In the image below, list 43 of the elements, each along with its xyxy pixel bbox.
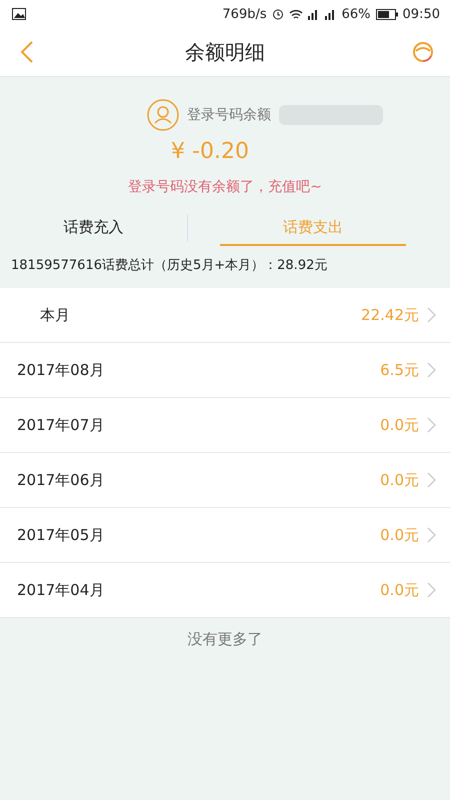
month-label: 2017年06月 bbox=[17, 470, 106, 490]
chevron-icon bbox=[427, 582, 436, 598]
chevron-icon bbox=[427, 472, 436, 488]
user-icon bbox=[147, 99, 179, 131]
page-title: 余额明细 bbox=[185, 38, 265, 66]
month-label: 2017年05月 bbox=[17, 526, 106, 544]
balance-notice: 登录号码没有余额了，充值吧~ bbox=[128, 178, 322, 196]
balance-amount: ¥ -0.20 bbox=[171, 139, 249, 164]
chevron-icon bbox=[427, 307, 436, 323]
tab[interactable]: 话费充入 bbox=[0, 210, 186, 246]
alarm-icon bbox=[272, 8, 284, 20]
month-amount: 22.42元 bbox=[361, 306, 419, 324]
no-more-text: 没有更多了 bbox=[188, 630, 262, 649]
network-speed: 769b/s bbox=[222, 6, 267, 22]
month-label: 2017年04月 bbox=[17, 580, 106, 600]
month-row[interactable]: 2017年07月 0.0元 bbox=[0, 398, 450, 453]
chevron-icon bbox=[427, 362, 436, 378]
month-label: 本月 bbox=[40, 306, 71, 324]
month-amount: 0.0元 bbox=[380, 470, 419, 490]
battery-icon bbox=[376, 8, 398, 20]
battery-percent: 66% bbox=[342, 6, 371, 22]
month-row[interactable]: 本月 22.42元 bbox=[0, 288, 450, 343]
balance-label: 登录号码余额 bbox=[187, 106, 271, 124]
month-row[interactable]: 2017年08月 6.5元 bbox=[0, 343, 450, 398]
signal-icon bbox=[324, 8, 337, 20]
month-amount: 0.0元 bbox=[380, 526, 419, 544]
image-icon bbox=[12, 8, 26, 20]
month-amount: 0.0元 bbox=[380, 416, 419, 434]
month-amount: 0.0元 bbox=[380, 580, 419, 600]
summary-text: 18159577616话费总计（历史5月+本月）：28.92元 bbox=[10, 257, 328, 275]
month-row[interactable]: 2017年04月 0.0元 bbox=[0, 563, 450, 618]
month-label: 2017年08月 bbox=[17, 360, 106, 380]
signal-icon bbox=[308, 8, 320, 20]
month-label: 2017年07月 bbox=[17, 416, 106, 434]
month-amount: 6.5元 bbox=[380, 360, 419, 380]
chevron-icon bbox=[427, 527, 436, 543]
chevron-icon bbox=[427, 417, 436, 433]
month-row[interactable]: 2017年05月 0.0元 bbox=[0, 508, 450, 563]
month-row[interactable]: 2017年06月 0.0元 bbox=[0, 453, 450, 508]
wifi-icon bbox=[288, 8, 303, 20]
headset-icon[interactable] bbox=[410, 39, 436, 65]
back-icon[interactable] bbox=[21, 41, 33, 63]
clock: 09:50 bbox=[402, 6, 440, 22]
